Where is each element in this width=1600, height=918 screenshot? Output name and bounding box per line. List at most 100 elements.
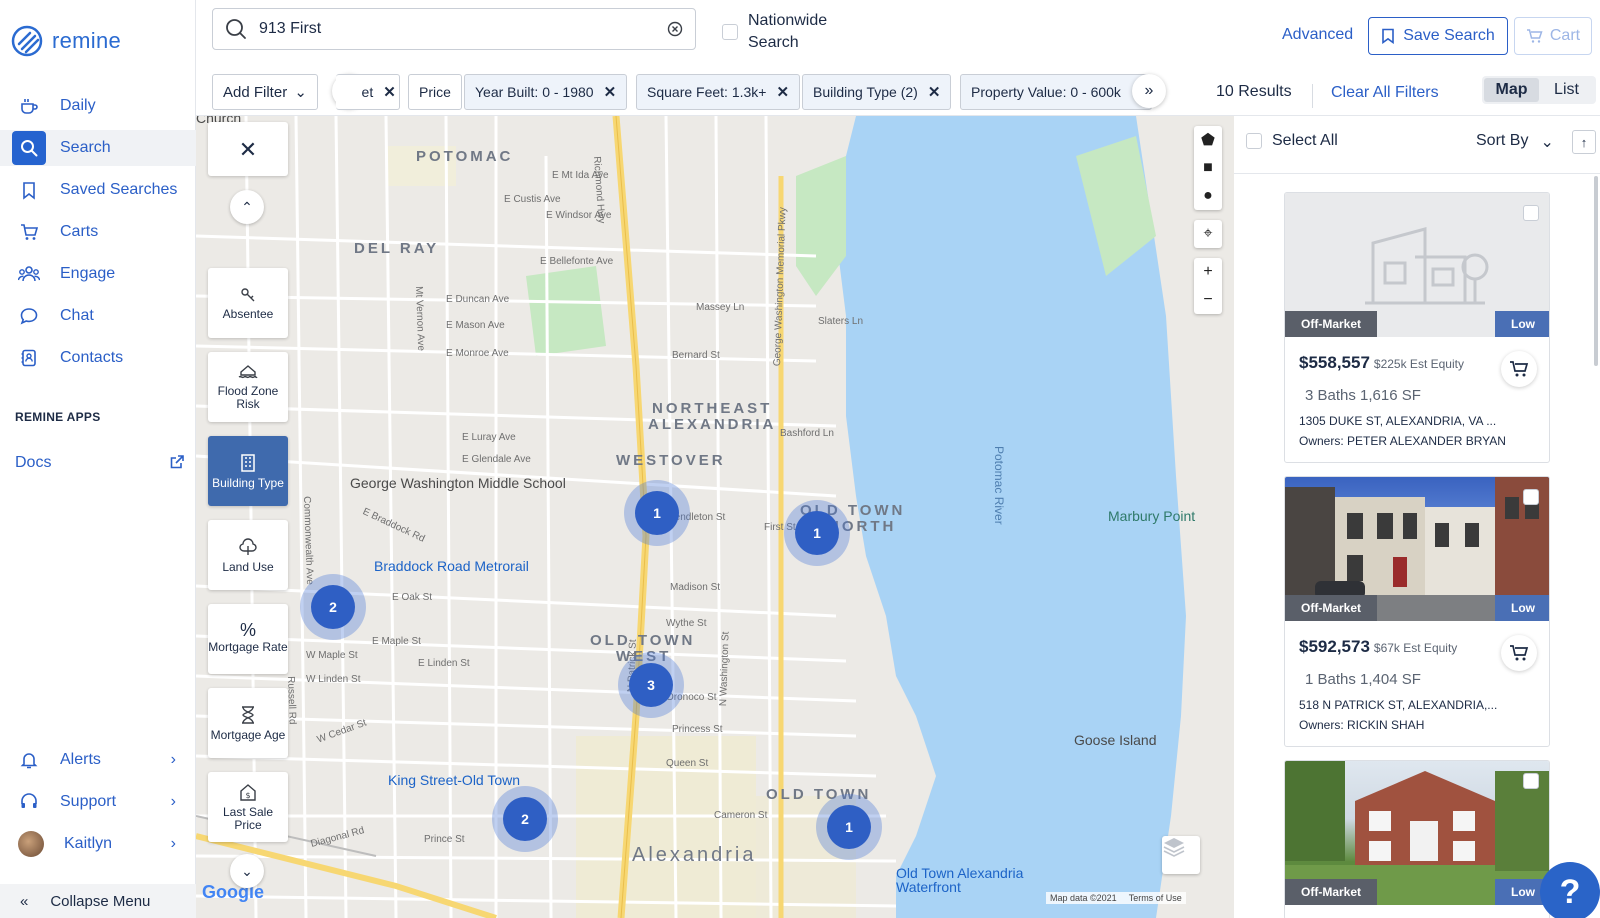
map-poi-school: George Washington Middle School	[350, 475, 566, 491]
rail-land-use-button[interactable]: Land Use	[208, 520, 288, 590]
nav-chat[interactable]: Chat	[0, 298, 196, 334]
nav-user[interactable]: Kaitlyn ›	[0, 826, 196, 862]
filter-bar: Add Filter ⌄ « et ✕ Price Year Built: 0 …	[196, 66, 1600, 116]
rail-scroll-up-button[interactable]: ⌃	[230, 190, 264, 224]
property-card[interactable]: Off-Market Low	[1284, 760, 1550, 918]
nav-search[interactable]: Search	[0, 130, 196, 166]
street-label: E Mason Ave	[446, 320, 505, 331]
remine-logo-icon	[11, 25, 43, 57]
property-price: $592,573	[1299, 637, 1370, 656]
map-cluster-marker[interactable]: 3	[618, 652, 684, 718]
map-cluster-marker[interactable]: 1	[784, 500, 850, 566]
filter-chip-square-feet[interactable]: Square Feet: 1.3k+ ✕	[636, 74, 801, 110]
polygon-draw-icon[interactable]: ⬟	[1194, 126, 1222, 154]
street-label: Princess St	[672, 724, 723, 735]
price-tag-icon: $	[240, 784, 256, 801]
absentee-icon	[241, 287, 255, 301]
filter-chip[interactable]: et ✕	[336, 74, 400, 110]
close-icon[interactable]: ✕	[928, 83, 941, 101]
nav-daily[interactable]: Daily	[0, 88, 196, 124]
map-cluster-marker[interactable]: 1	[624, 480, 690, 546]
rail-mortgage-rate-button[interactable]: % Mortgage Rate	[208, 604, 288, 674]
filter-chip-label: Building Type (2)	[813, 84, 918, 100]
scroll-filters-right-button[interactable]: »	[1132, 74, 1166, 108]
property-card[interactable]: Off-Market Low $558,557 $225k Est Equity …	[1284, 192, 1550, 463]
results-count: 10 Results	[1216, 83, 1292, 100]
double-chevron-up-icon: ⌃	[241, 198, 253, 215]
locate-button[interactable]: ⌖	[1194, 220, 1222, 248]
zoom-out-button[interactable]: −	[1194, 286, 1222, 314]
filter-chip-year-built[interactable]: Year Built: 0 - 1980 ✕	[464, 74, 628, 110]
map-cluster-marker[interactable]: 1	[816, 794, 882, 860]
cart-button[interactable]: Cart	[1514, 17, 1592, 55]
docs-link[interactable]: Docs	[15, 454, 185, 472]
nav-saved-searches[interactable]: Saved Searches	[0, 172, 196, 208]
add-to-cart-button[interactable]	[1501, 635, 1537, 671]
close-icon[interactable]: ✕	[776, 83, 789, 101]
filter-chip-price[interactable]: Price	[408, 74, 462, 110]
add-filter-dropdown[interactable]: Add Filter ⌄	[212, 74, 318, 110]
zoom-in-button[interactable]: +	[1194, 258, 1222, 286]
rail-mortgage-age-button[interactable]: Mortgage Age	[208, 688, 288, 758]
nationwide-checkbox[interactable]	[722, 24, 738, 40]
map-layers-button[interactable]	[1162, 836, 1200, 874]
list-scrollbar[interactable]	[1594, 176, 1598, 366]
property-card[interactable]: Off-Market Low $592,573 $67k Est Equity 1…	[1284, 476, 1550, 747]
add-to-cart-button[interactable]	[1501, 351, 1537, 387]
rail-flood-zone-button[interactable]: Flood Zone Risk	[208, 352, 288, 422]
property-address: 1305 DUKE ST, ALEXANDRIA, VA ...	[1299, 414, 1497, 428]
search-input[interactable]: 913 First	[212, 8, 696, 50]
nav-alerts[interactable]: Alerts ›	[0, 742, 196, 778]
circle-draw-icon[interactable]: ●	[1194, 182, 1222, 210]
advanced-link[interactable]: Advanced	[1282, 26, 1353, 44]
nav-support[interactable]: Support ›	[0, 784, 196, 820]
clear-search-icon[interactable]	[667, 21, 683, 37]
rectangle-draw-icon[interactable]: ■	[1194, 154, 1222, 182]
clear-all-filters-link[interactable]: Clear All Filters	[1312, 84, 1439, 108]
close-icon[interactable]: ✕	[383, 83, 396, 101]
select-all-checkbox[interactable]	[1246, 133, 1262, 149]
nationwide-search-toggle[interactable]: Nationwide Search	[722, 10, 828, 54]
card-select-checkbox[interactable]	[1523, 205, 1539, 221]
card-select-checkbox[interactable]	[1523, 489, 1539, 505]
sort-direction-button[interactable]: ↑	[1572, 130, 1596, 154]
rail-building-type-button[interactable]: Building Type	[208, 436, 288, 506]
help-button[interactable]: ?	[1540, 862, 1600, 918]
rail-absentee-button[interactable]: Absentee	[208, 268, 288, 338]
street-label: Bernard St	[672, 350, 720, 361]
map[interactable]: POTOMAC DEL RAY NORTHEAST ALEXANDRIA WES…	[196, 116, 1234, 918]
close-icon: ✕	[238, 136, 258, 162]
rail-label: Last Sale Price	[222, 805, 274, 832]
save-search-button[interactable]: Save Search	[1368, 17, 1508, 55]
select-all-toggle[interactable]: Select All	[1246, 132, 1338, 150]
cart-icon	[18, 221, 40, 243]
rail-label: Land Use	[222, 559, 274, 574]
filter-chip-building-type[interactable]: Building Type (2) ✕	[802, 74, 952, 110]
close-rail-button[interactable]: ✕	[208, 122, 288, 176]
nav-contacts[interactable]: Contacts	[0, 340, 196, 376]
map-poi: Marbury Point	[1108, 508, 1196, 524]
double-chevron-left-icon: «	[20, 892, 29, 910]
map-poi-metro: King Street-Old Town	[388, 772, 521, 788]
property-details: 1 Baths 1,404 SF	[1305, 671, 1421, 688]
map-view-button[interactable]: Map	[1484, 78, 1539, 102]
map-cluster-marker[interactable]: 2	[300, 574, 366, 640]
filter-chip-label: Square Feet: 1.3k+	[647, 84, 767, 100]
rail-scroll-down-button[interactable]: ⌄	[230, 854, 264, 888]
collapse-menu-button[interactable]: « Collapse Menu	[0, 884, 196, 918]
map-cluster-marker[interactable]: 2	[492, 786, 558, 852]
close-icon[interactable]: ✕	[604, 83, 617, 101]
nav-carts[interactable]: Carts	[0, 214, 196, 250]
list-view-button[interactable]: List	[1539, 78, 1594, 102]
card-select-checkbox[interactable]	[1523, 773, 1539, 789]
terms-link[interactable]: Terms of Use	[1129, 893, 1182, 903]
filter-chip-property-value[interactable]: Property Value: 0 - 600k	[960, 74, 1152, 110]
percent-icon: %	[239, 620, 256, 640]
layers-icon	[1163, 838, 1185, 857]
street-label: Bashford Ln	[780, 428, 834, 439]
app-logo[interactable]: remine	[10, 24, 121, 58]
property-equity: $67k Est Equity	[1373, 641, 1458, 655]
rail-last-sale-price-button[interactable]: $ Last Sale Price	[208, 772, 288, 842]
nav-engage[interactable]: Engage	[0, 256, 196, 292]
sort-by-dropdown[interactable]: Sort By ⌄	[1476, 132, 1554, 152]
